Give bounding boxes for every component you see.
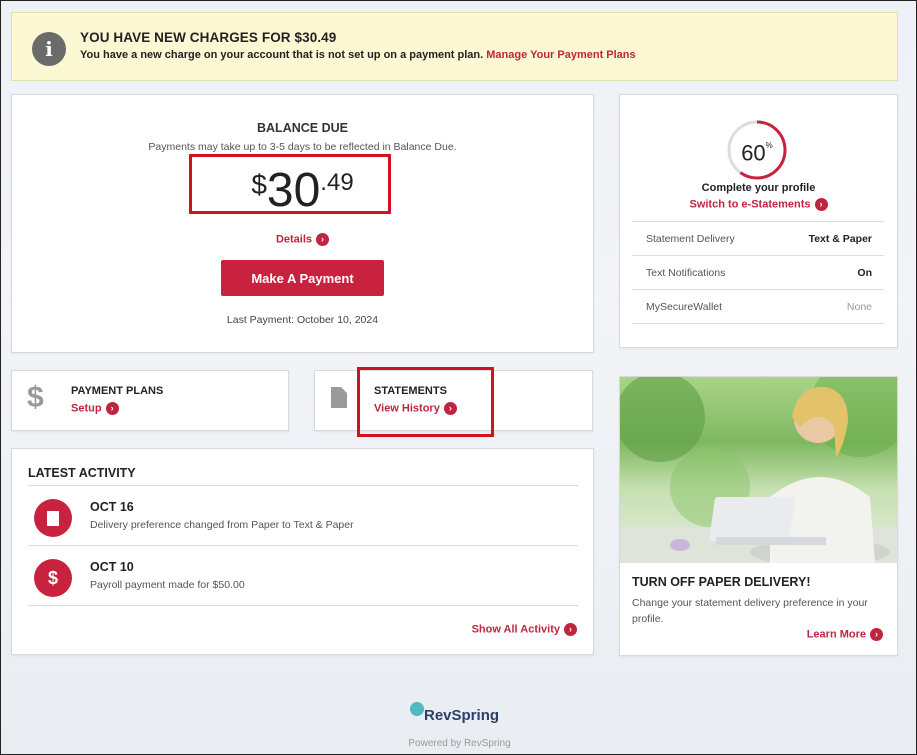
balance-due-label: BALANCE DUE — [257, 121, 348, 135]
dollar-icon: $ — [27, 381, 44, 414]
switch-estatements-link[interactable]: Switch to e-Statements › — [620, 198, 897, 211]
details-link[interactable]: Details › — [12, 233, 593, 246]
chevron-right-icon: › — [316, 233, 330, 246]
details-label: Details — [275, 233, 313, 246]
learn-more-link[interactable]: Learn More › — [807, 628, 883, 641]
show-all-activity-label: Show All Activity — [471, 623, 560, 636]
profile-row-value: Text & Paper — [808, 233, 872, 245]
promo-title: TURN OFF PAPER DELIVERY! — [632, 575, 811, 589]
chevron-right-icon: › — [814, 198, 828, 211]
activity-date: OCT 16 — [90, 500, 134, 514]
chevron-right-icon: › — [564, 623, 577, 636]
activity-date: OCT 10 — [90, 560, 134, 574]
last-payment-text: Last Payment: October 10, 2024 — [226, 314, 379, 326]
balance-due-card: BALANCE DUE Payments may take up to 3-5 … — [11, 94, 594, 353]
divider — [28, 485, 578, 486]
profile-percent: 60% — [726, 119, 788, 181]
promo-text: Change your statement delivery preferenc… — [632, 597, 868, 625]
woman-laptop-photo — [620, 377, 897, 563]
latest-activity-card: LATEST ACTIVITY OCT 16 Delivery preferen… — [11, 448, 594, 655]
profile-row-statement-delivery[interactable]: Statement Delivery Text & Paper — [632, 222, 884, 256]
paper-delivery-promo-card: TURN OFF PAPER DELIVERY! Change your sta… — [619, 376, 898, 656]
profile-row-text-notifications[interactable]: Text Notifications On — [632, 256, 884, 290]
statements-highlight-box — [357, 367, 494, 437]
show-all-activity-link[interactable]: Show All Activity › — [472, 623, 577, 636]
profile-row-key: Statement Delivery — [646, 233, 735, 245]
revspring-brand-text: RevSpring — [424, 707, 500, 724]
make-payment-button[interactable]: Make A Payment — [221, 260, 384, 296]
chevron-right-icon: › — [105, 402, 119, 415]
complete-profile-text: Complete your profile — [701, 182, 816, 194]
divider — [28, 545, 578, 546]
profile-card: 60% Complete your profile Switch to e-St… — [619, 94, 898, 348]
balance-note: Payments may take up to 3-5 days to be r… — [148, 141, 457, 153]
new-charges-alert: i YOU HAVE NEW CHARGES FOR $30.49 You ha… — [11, 12, 898, 81]
make-payment-highlight-box — [189, 154, 391, 214]
profile-row-value: None — [846, 301, 872, 313]
payment-plans-tile[interactable]: $ PAYMENT PLANS Setup › — [11, 370, 289, 431]
revspring-logo: RevSpring — [408, 701, 508, 729]
document-icon — [34, 499, 72, 537]
chevron-right-icon: › — [870, 628, 883, 641]
setup-label: Setup — [71, 402, 102, 415]
alert-message: You have a new charge on your account th… — [80, 49, 636, 61]
divider — [28, 605, 578, 606]
dollar-icon: $ — [34, 559, 72, 597]
info-icon: i — [32, 32, 66, 66]
setup-link[interactable]: Setup › — [71, 402, 119, 415]
profile-row-key: Text Notifications — [646, 267, 726, 279]
payment-plans-label: PAYMENT PLANS — [71, 385, 164, 397]
alert-title: YOU HAVE NEW CHARGES FOR $30.49 — [80, 30, 337, 45]
activity-item: $ OCT 10 Payroll payment made for $50.00 — [28, 547, 578, 605]
profile-percent-sign: % — [765, 141, 773, 150]
powered-by-text: Powered by RevSpring — [408, 738, 511, 749]
manage-payment-plans-link[interactable]: Manage Your Payment Plans — [486, 49, 635, 61]
activity-description: Payroll payment made for $50.00 — [90, 579, 245, 591]
activity-item: OCT 16 Delivery preference changed from … — [28, 487, 578, 545]
profile-row-value: On — [857, 267, 872, 279]
revspring-logo-mark — [410, 702, 424, 716]
latest-activity-heading: LATEST ACTIVITY — [28, 466, 136, 480]
profile-row-mysecurewallet[interactable]: MySecureWallet None — [632, 290, 884, 324]
switch-estatements-label: Switch to e-Statements — [689, 198, 811, 211]
learn-more-label: Learn More — [806, 628, 866, 641]
alert-message-text: You have a new charge on your account th… — [80, 49, 484, 61]
document-icon — [331, 387, 347, 408]
profile-percent-value: 60 — [741, 140, 766, 166]
profile-row-key: MySecureWallet — [646, 301, 723, 313]
profile-settings-list: Statement Delivery Text & Paper Text Not… — [632, 221, 884, 324]
activity-description: Delivery preference changed from Paper t… — [90, 519, 354, 531]
